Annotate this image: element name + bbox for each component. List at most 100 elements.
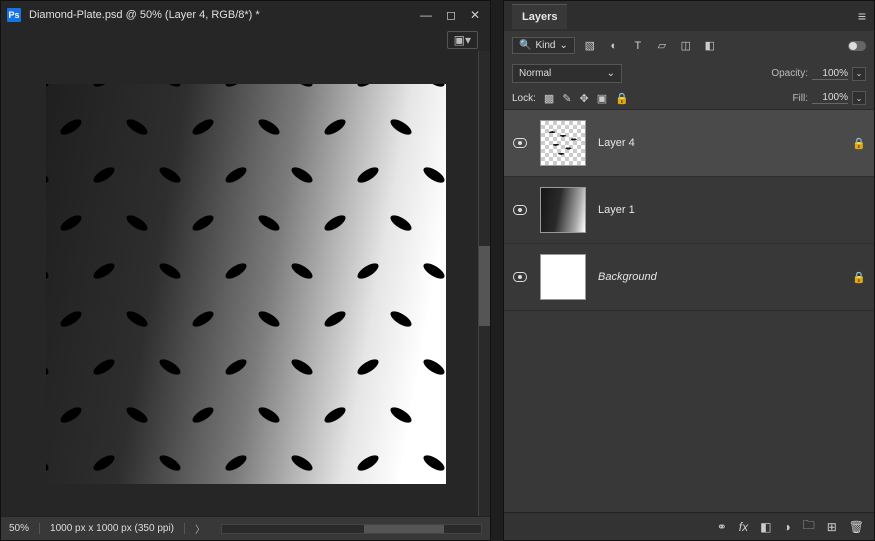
info-menu-chevron-icon[interactable]: 〉 <box>195 521 205 536</box>
diamond-stud <box>256 308 282 329</box>
lock-transparent-icon[interactable]: ▩ <box>544 92 554 105</box>
layer-thumbnail[interactable] <box>540 120 586 166</box>
opacity-label: Opacity: <box>771 68 808 79</box>
horizontal-scrollbar[interactable] <box>221 524 482 534</box>
blend-row: Normal ⌄ Opacity: 100% ⌄ <box>504 60 874 87</box>
layer-row[interactable]: Layer 1 <box>504 177 874 244</box>
visibility-toggle[interactable] <box>512 272 528 282</box>
diamond-stud <box>157 452 183 473</box>
layer-name[interactable]: Background <box>598 271 840 283</box>
opacity-value[interactable]: 100% <box>812 68 848 80</box>
diamond-stud <box>322 212 348 233</box>
diamond-stud <box>190 116 216 137</box>
diamond-stud <box>157 260 183 281</box>
vertical-scroll-thumb[interactable] <box>479 246 490 326</box>
canvas[interactable] <box>46 84 446 484</box>
visibility-toggle[interactable] <box>512 205 528 215</box>
search-icon: 🔍 <box>519 40 531 51</box>
minimize-button[interactable]: — <box>420 8 432 22</box>
layer-name[interactable]: Layer 1 <box>598 204 840 216</box>
link-layers-icon[interactable]: ⚭ <box>717 520 727 534</box>
diamond-stud <box>46 84 51 90</box>
diamond-stud <box>289 84 315 90</box>
visibility-toggle[interactable] <box>512 138 528 148</box>
diamond-stud <box>388 212 414 233</box>
layer-mask-icon[interactable]: ◧ <box>760 520 771 534</box>
diamond-stud <box>190 308 216 329</box>
lock-all-icon[interactable]: 🔒 <box>615 92 629 105</box>
layers-panel: Layers ≡ 🔍 Kind ⌄ ▧ ◐ T ▱ ◫ ◧ Normal ⌄ O… <box>503 0 875 541</box>
delete-layer-icon[interactable]: 🗑 <box>849 520 864 534</box>
layer-group-icon[interactable]: 🗀 <box>803 516 815 537</box>
diamond-stud <box>355 452 381 473</box>
ps-doc-icon: Ps <box>7 8 21 22</box>
diamond-stud <box>289 452 315 473</box>
layer-style-icon[interactable]: fx <box>739 520 748 534</box>
diamond-stud <box>157 356 183 377</box>
panel-menu-icon[interactable]: ≡ <box>858 8 866 24</box>
maximize-button[interactable]: ◻ <box>446 8 456 22</box>
layer-thumbnail[interactable] <box>540 254 586 300</box>
zoom-level[interactable]: 50% <box>9 523 29 534</box>
layers-tab[interactable]: Layers <box>512 4 567 29</box>
lock-artboard-icon[interactable]: ▣ <box>597 92 607 105</box>
fill-value[interactable]: 100% <box>812 92 848 104</box>
panel-footer: ⚭ fx ◧ ◑ 🗀 ⊞ 🗑 <box>504 512 874 540</box>
fill-field: Fill: 100% ⌄ <box>792 91 866 105</box>
diamond-stud <box>355 356 381 377</box>
horizontal-scroll-thumb[interactable] <box>364 525 444 533</box>
layer-thumbnail[interactable] <box>540 187 586 233</box>
diamond-stud <box>223 164 249 185</box>
filter-shape-icon[interactable]: ▱ <box>653 38 671 54</box>
document-titlebar: Ps Diamond-Plate.psd @ 50% (Layer 4, RGB… <box>1 1 490 29</box>
layers-list: Layer 4 🔒 Layer 1 Background 🔒 <box>504 110 874 512</box>
chevron-down-icon: ⌄ <box>559 40 567 51</box>
filter-pixel-icon[interactable]: ▧ <box>581 38 599 54</box>
new-layer-icon[interactable]: ⊞ <box>827 520 837 534</box>
chevron-down-icon: ⌄ <box>607 68 615 79</box>
diamond-stud <box>91 356 117 377</box>
diamond-stud <box>355 260 381 281</box>
diamond-stud <box>223 452 249 473</box>
blend-mode-value: Normal <box>519 68 551 79</box>
filter-adjustment-icon[interactable]: ◐ <box>605 38 623 54</box>
diamond-stud <box>223 356 249 377</box>
arrange-documents-icon[interactable]: ▣▾ <box>447 31 478 49</box>
lock-indicator-icon[interactable]: 🔒 <box>852 271 866 284</box>
diamond-stud <box>223 84 249 90</box>
diamond-stud <box>91 84 117 90</box>
diamond-stud <box>58 404 84 425</box>
diamond-stud <box>58 212 84 233</box>
document-info[interactable]: 1000 px x 1000 px (350 ppi) <box>39 523 185 534</box>
fill-label: Fill: <box>792 93 808 104</box>
filter-type-icon[interactable]: T <box>629 38 647 54</box>
document-statusbar: 50% 1000 px x 1000 px (350 ppi) 〉 <box>1 516 490 540</box>
lock-row: Lock: ▩ ✎ ✥ ▣ 🔒 Fill: 100% ⌄ <box>504 87 874 110</box>
diamond-stud <box>421 164 446 185</box>
diamond-stud <box>91 164 117 185</box>
filter-kind-label: Kind <box>535 40 555 51</box>
document-title: Diamond-Plate.psd @ 50% (Layer 4, RGB/8*… <box>29 9 412 21</box>
layer-name[interactable]: Layer 4 <box>598 137 840 149</box>
filter-kind-dropdown[interactable]: 🔍 Kind ⌄ <box>512 37 575 54</box>
close-button[interactable]: ✕ <box>470 8 480 22</box>
document-window: Ps Diamond-Plate.psd @ 50% (Layer 4, RGB… <box>0 0 491 541</box>
fill-dropdown-icon[interactable]: ⌄ <box>852 91 866 105</box>
lock-indicator-icon[interactable]: 🔒 <box>852 137 866 150</box>
diamond-stud <box>223 260 249 281</box>
filter-toggle[interactable] <box>848 41 866 51</box>
lock-position-icon[interactable]: ✥ <box>580 92 589 105</box>
layer-row[interactable]: Layer 4 🔒 <box>504 110 874 177</box>
canvas-area[interactable] <box>1 51 490 516</box>
opacity-dropdown-icon[interactable]: ⌄ <box>852 67 866 81</box>
blend-mode-dropdown[interactable]: Normal ⌄ <box>512 64 622 83</box>
vertical-scrollbar[interactable] <box>478 51 490 516</box>
filter-artboard-icon[interactable]: ◧ <box>701 38 719 54</box>
layer-row[interactable]: Background 🔒 <box>504 244 874 311</box>
filter-smartobject-icon[interactable]: ◫ <box>677 38 695 54</box>
diamond-stud <box>46 260 51 281</box>
adjustment-layer-icon[interactable]: ◑ <box>783 520 790 534</box>
window-controls: — ◻ ✕ <box>420 8 484 22</box>
lock-image-icon[interactable]: ✎ <box>562 92 571 105</box>
opacity-field: Opacity: 100% ⌄ <box>771 67 866 81</box>
